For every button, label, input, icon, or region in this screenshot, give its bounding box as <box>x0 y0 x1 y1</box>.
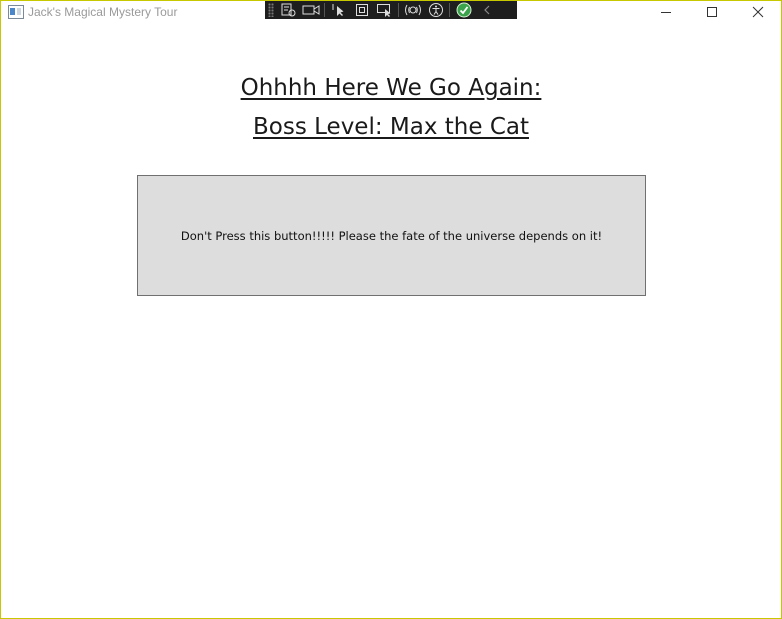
close-button[interactable] <box>735 1 781 23</box>
video-icon[interactable] <box>301 2 321 18</box>
minimize-icon <box>661 12 671 13</box>
toolbar-separator <box>324 3 325 17</box>
collapse-chevron-icon[interactable] <box>477 2 497 18</box>
app-window: Jack's Magical Mystery Tour Ohhhh Here W… <box>0 0 782 619</box>
dont-press-button-label: Don't Press this button!!!!! Please the … <box>180 228 603 243</box>
minimize-button[interactable] <box>643 1 689 23</box>
dont-press-button[interactable]: Don't Press this button!!!!! Please the … <box>137 175 646 296</box>
heading-line-1: Ohhhh Here We Go Again: <box>240 75 542 101</box>
close-icon <box>752 6 764 18</box>
track-focused-element-icon[interactable] <box>375 2 395 18</box>
title-bar[interactable]: Jack's Magical Mystery Tour <box>1 1 781 24</box>
select-element-icon[interactable] <box>329 2 349 18</box>
debug-toolbar <box>265 1 517 19</box>
app-icon <box>8 5 24 19</box>
hot-reload-icon[interactable] <box>403 2 423 18</box>
window-controls <box>643 1 781 23</box>
live-visual-tree-icon[interactable] <box>278 2 298 18</box>
toolbar-grip-handle[interactable] <box>268 3 274 17</box>
heading-line-2: Boss Level: Max the Cat <box>253 114 529 140</box>
maximize-icon <box>707 7 717 17</box>
toolbar-separator <box>398 3 399 17</box>
window-title: Jack's Magical Mystery Tour <box>28 5 178 19</box>
binding-check-icon[interactable] <box>454 2 474 18</box>
display-layout-adorners-icon[interactable] <box>352 2 372 18</box>
maximize-button[interactable] <box>689 1 735 23</box>
accessibility-icon[interactable] <box>426 2 446 18</box>
toolbar-separator <box>449 3 450 17</box>
